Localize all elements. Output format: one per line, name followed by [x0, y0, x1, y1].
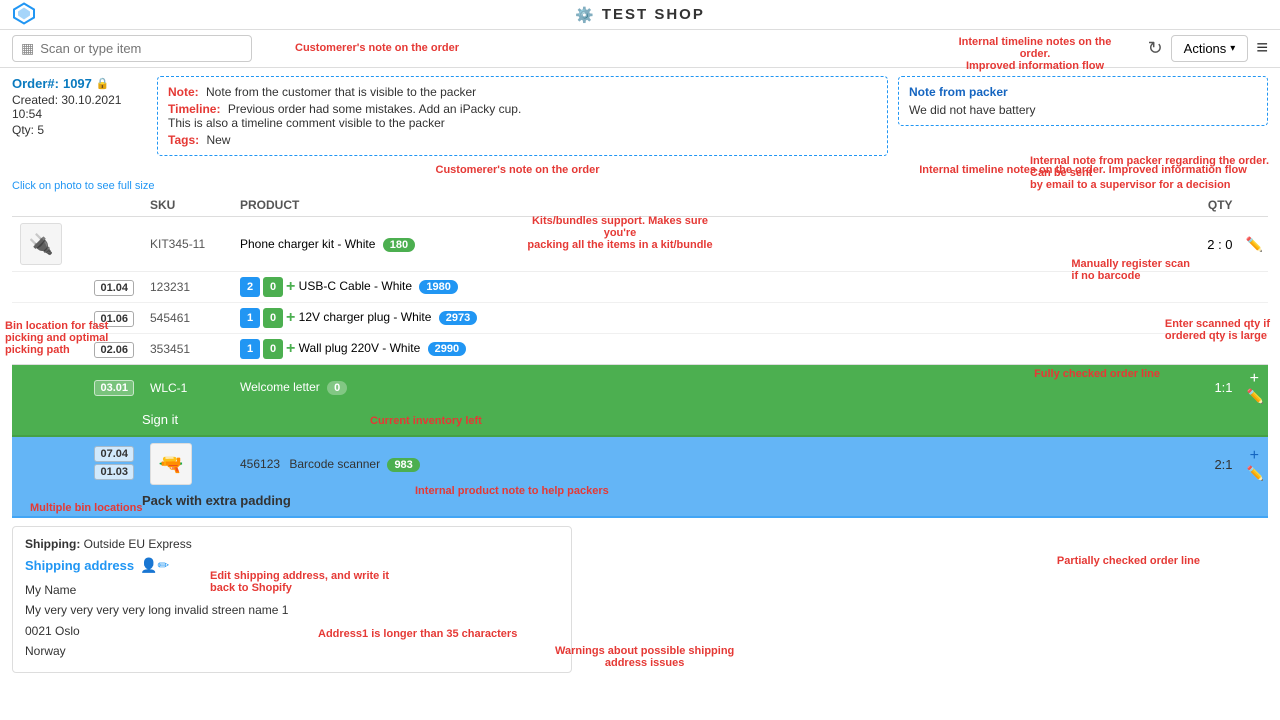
name-barcode: 456123 Barcode scanner 983: [232, 436, 1161, 491]
name-welcome: Welcome letter 0: [232, 365, 1161, 411]
shipping-address1: My very very very very long invalid stre…: [25, 600, 559, 620]
badge-wall: 2990: [428, 342, 466, 356]
qty-welcome: 1:1: [1161, 365, 1241, 411]
barcode-icon: ▦: [21, 40, 34, 57]
packer-note-box: Note from packer We did not have battery: [898, 76, 1268, 126]
shipping-address-label: Shipping address: [25, 558, 134, 573]
timeline-text: Previous order had some mistakes. Add an…: [168, 102, 521, 130]
badge-welcome: 0: [327, 381, 347, 395]
kit-row: 🔌 KIT345-11 Phone charger kit - White 18…: [12, 217, 1268, 272]
order-number-label: Order#:: [12, 76, 59, 91]
scan-input-wrap: ▦: [12, 35, 252, 62]
tags-label: Tags:: [168, 133, 199, 147]
badge-12v: 2973: [439, 311, 477, 325]
shipping-method: Outside EU Express: [84, 537, 192, 551]
sub-row-wall: 02.06 353451 1 0 + Wall plug 220V - Whit…: [12, 334, 1268, 365]
actions-label: Actions: [1184, 41, 1227, 56]
shipping-section: Shipping: Outside EU Express Shipping ad…: [12, 526, 572, 673]
kit-sku: KIT345-11: [142, 217, 232, 272]
tags-text: New: [206, 133, 230, 147]
plus-wall[interactable]: +: [286, 340, 295, 358]
kit-badge: 180: [383, 238, 415, 252]
qty-barcode: 2:1: [1161, 436, 1241, 491]
blue-sub-row: Pack with extra padding: [12, 491, 1268, 517]
shipping-name: My Name: [25, 580, 559, 600]
col-sku: SKU: [142, 194, 232, 217]
created-label: Created:: [12, 93, 58, 107]
name-wall: 1 0 + Wall plug 220V - White 2990: [232, 334, 1161, 365]
scan-input[interactable]: [40, 41, 243, 56]
note-label: Note:: [168, 85, 199, 99]
qty-zero-usbc[interactable]: 0: [263, 277, 283, 297]
edit-address-icon[interactable]: 👤✏: [140, 557, 169, 574]
shipping-country: Norway: [25, 641, 559, 661]
click-photo-label[interactable]: Click on photo to see full size: [12, 180, 1268, 192]
blue-edit-icon[interactable]: ✏️: [1247, 465, 1264, 481]
header-title: ⚙️ TEST SHOP: [575, 6, 705, 24]
shipping-address-block: My Name My very very very very long inva…: [25, 580, 559, 662]
qty-zero-wall[interactable]: 0: [263, 339, 283, 359]
kit-edit-icon[interactable]: ✏️: [1246, 236, 1263, 252]
bin-usbc: 01.04: [94, 280, 134, 296]
menu-icon[interactable]: ≡: [1256, 37, 1268, 60]
packer-note-text: We did not have battery: [909, 103, 1257, 117]
header-logo: [12, 1, 36, 28]
bin-12v: 01.06: [94, 311, 134, 327]
qty-packed-12v[interactable]: 1: [240, 308, 260, 328]
sku-usbc: 123231: [142, 272, 232, 303]
sku-barcode: 456123: [240, 457, 280, 471]
shop-icon: ⚙️: [575, 6, 596, 24]
qty-zero-12v[interactable]: 0: [263, 308, 283, 328]
bin-wall: 02.06: [94, 342, 134, 358]
product-table: SKU PRODUCT QTY 🔌 KIT345-11 Phone charge…: [12, 194, 1268, 518]
col-qty: QTY: [1161, 194, 1241, 217]
timeline-callout: Internal timeline notes on the order. Im…: [898, 164, 1268, 176]
blue-row: 07.04 01.03 🔫 456123 Barcode scanner 983…: [12, 436, 1268, 491]
badge-barcode: 983: [387, 458, 419, 472]
qty-value: 5: [37, 123, 44, 137]
actions-button[interactable]: Actions ▾: [1171, 35, 1249, 62]
badge-usbc: 1980: [419, 280, 457, 294]
bin1-barcode: 07.04: [94, 446, 134, 462]
green-sub-row: Sign it: [12, 410, 1268, 436]
chevron-down-icon: ▾: [1230, 43, 1235, 54]
note-text: Note from the customer that is visible t…: [206, 85, 476, 99]
refresh-button[interactable]: ↻: [1148, 38, 1163, 59]
sub-row-12v: 01.06 545461 1 0 + 12V charger plug - Wh…: [12, 303, 1268, 334]
customer-note-callout: Customerer's note on the order: [147, 164, 888, 176]
green-plus-icon[interactable]: +: [1250, 370, 1259, 387]
green-edit-icon[interactable]: ✏️: [1247, 388, 1264, 404]
qty-packed-usbc[interactable]: 2: [240, 277, 260, 297]
shipping-method-label: Shipping:: [25, 537, 80, 551]
qty-label: Qty:: [12, 123, 34, 137]
order-number: 1097: [63, 76, 92, 91]
lock-icon: 🔒: [96, 77, 110, 90]
name-12v: 1 0 + 12V charger plug - White 2973: [232, 303, 1161, 334]
shipping-postal: 0021 Oslo: [25, 621, 559, 641]
sub-row-usbc: 01.04 123231 2 0 + USB-C Cable - White 1…: [12, 272, 1268, 303]
kit-thumbnail[interactable]: 🔌: [20, 223, 62, 265]
customer-note-box: Note: Note from the customer that is vis…: [157, 76, 888, 156]
qty-packed-wall[interactable]: 1: [240, 339, 260, 359]
order-meta: Order#: 1097 🔒 Created: 30.10.2021 10:54…: [12, 76, 147, 137]
kit-name: Phone charger kit - White 180: [232, 217, 1161, 272]
barcode-thumb[interactable]: 🔫: [150, 443, 192, 485]
timeline-label: Timeline:: [168, 102, 220, 116]
blue-plus-icon[interactable]: +: [1250, 447, 1259, 464]
sku-wall: 353451: [142, 334, 232, 365]
sku-welcome: WLC-1: [142, 365, 232, 411]
sku-12v: 545461: [142, 303, 232, 334]
bin2-barcode: 01.03: [94, 464, 134, 480]
plus-12v[interactable]: +: [286, 309, 295, 327]
kit-qty: 2 : 0: [1161, 217, 1241, 272]
green-row: 03.01 WLC-1 Welcome letter 0 1:1 + ✏️: [12, 365, 1268, 411]
plus-usbc[interactable]: +: [286, 278, 295, 296]
name-usbc: 2 0 + USB-C Cable - White 1980: [232, 272, 1161, 303]
packer-note-label: Note from packer: [909, 85, 1257, 99]
bin-welcome: 03.01: [94, 380, 134, 396]
col-product: PRODUCT: [232, 194, 1161, 217]
